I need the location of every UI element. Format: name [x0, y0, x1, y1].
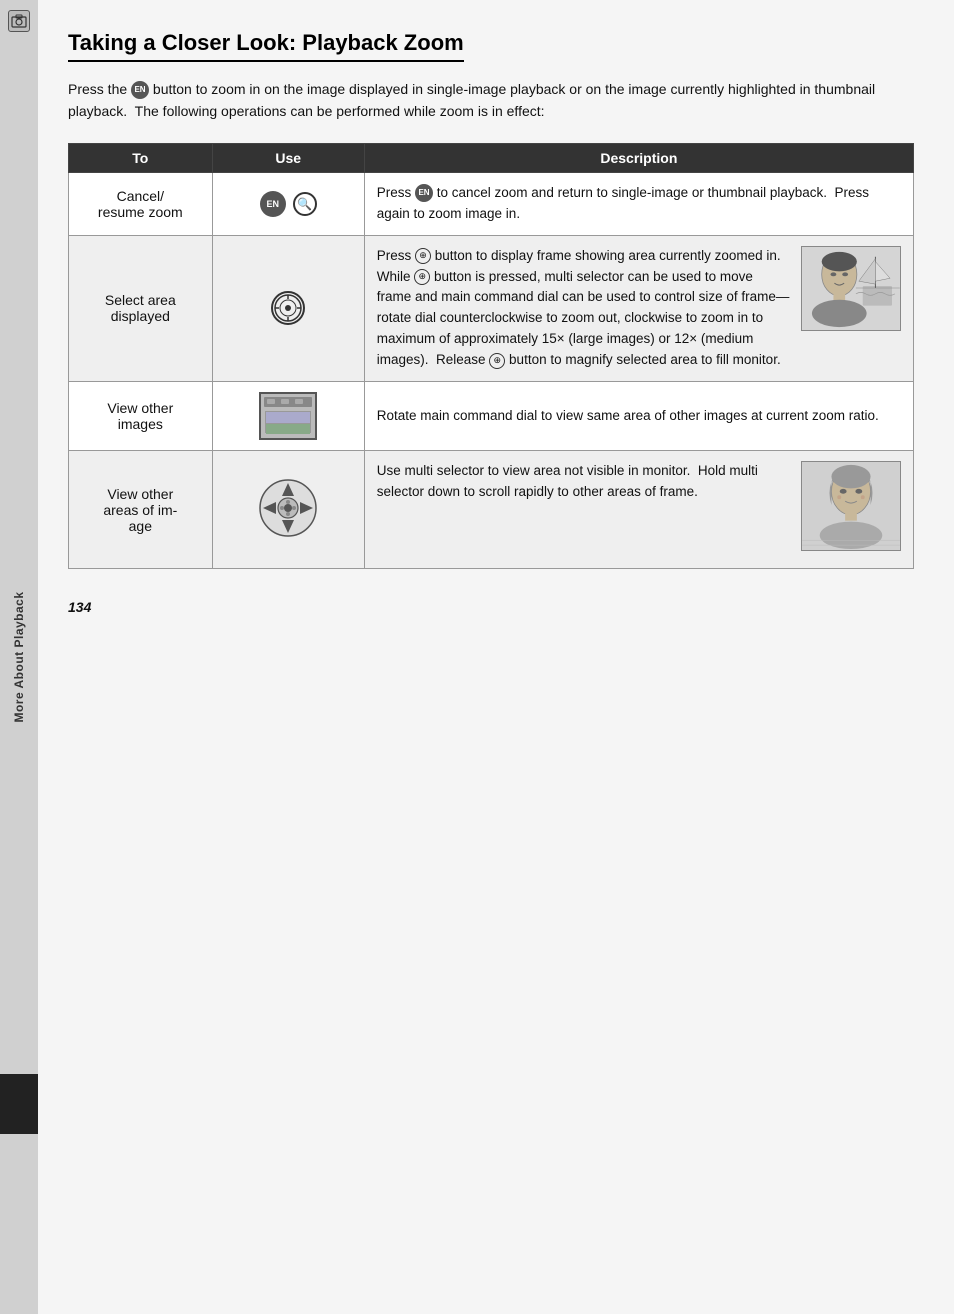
table-row: View otherareas of im-age — [69, 451, 914, 569]
cell-to-4: View otherareas of im-age — [69, 451, 213, 569]
btn-inline-2: ⊕ — [414, 269, 430, 285]
btn-inline-3: ⊕ — [489, 353, 505, 369]
page-number: 134 — [68, 599, 914, 615]
zoom-out-icon: 🔍 — [293, 192, 317, 216]
cell-to-1: Cancel/resume zoom — [69, 172, 213, 235]
zoom-table: To Use Description Cancel/resume zoom EN… — [68, 143, 914, 569]
cell-to-3: View otherimages — [69, 382, 213, 451]
portrait-illustration-1 — [801, 246, 901, 338]
btn-inline-1: ⊕ — [415, 248, 431, 264]
cell-desc-2: Press ⊕ button to display frame showing … — [364, 235, 913, 382]
cell-to-2: Select areadisplayed — [69, 235, 213, 382]
enter-icon: ENTER — [260, 191, 286, 217]
desc-text-4: Use multi selector to view area not visi… — [377, 461, 791, 503]
desc-text-2: Press ⊕ button to display frame showing … — [377, 246, 791, 372]
film-strip-icon — [259, 392, 317, 440]
black-tab — [0, 1074, 38, 1134]
main-content: Taking a Closer Look: Playback Zoom Pres… — [38, 0, 954, 1314]
cell-desc-3: Rotate main command dial to view same ar… — [364, 382, 913, 451]
cell-desc-4: Use multi selector to view area not visi… — [364, 451, 913, 569]
table-row: View otherimages — [69, 382, 914, 451]
ae-lock-icon — [271, 291, 305, 325]
enter-button-icon: EN — [131, 81, 149, 99]
enter-inline-icon: EN — [415, 184, 433, 202]
multi-selector-icon — [258, 478, 318, 538]
sidebar: More About Playback — [0, 0, 38, 1314]
cell-use-1: ENTER 🔍 — [212, 172, 364, 235]
sidebar-label: More About Playback — [12, 591, 26, 722]
cell-use-4 — [212, 451, 364, 569]
sidebar-camera-icon — [8, 10, 30, 32]
cell-use-3 — [212, 382, 364, 451]
col-header-use: Use — [212, 143, 364, 172]
cell-desc-1: Press EN to cancel zoom and return to si… — [364, 172, 913, 235]
col-header-to: To — [69, 143, 213, 172]
table-row: Cancel/resume zoom ENTER 🔍 Press EN to c… — [69, 172, 914, 235]
cell-use-2 — [212, 235, 364, 382]
page-title: Taking a Closer Look: Playback Zoom — [68, 30, 464, 62]
table-row: Select areadisplayed — [69, 235, 914, 382]
col-header-description: Description — [364, 143, 913, 172]
intro-paragraph: Press the EN button to zoom in on the im… — [68, 78, 914, 123]
portrait-illustration-2 — [801, 461, 901, 558]
